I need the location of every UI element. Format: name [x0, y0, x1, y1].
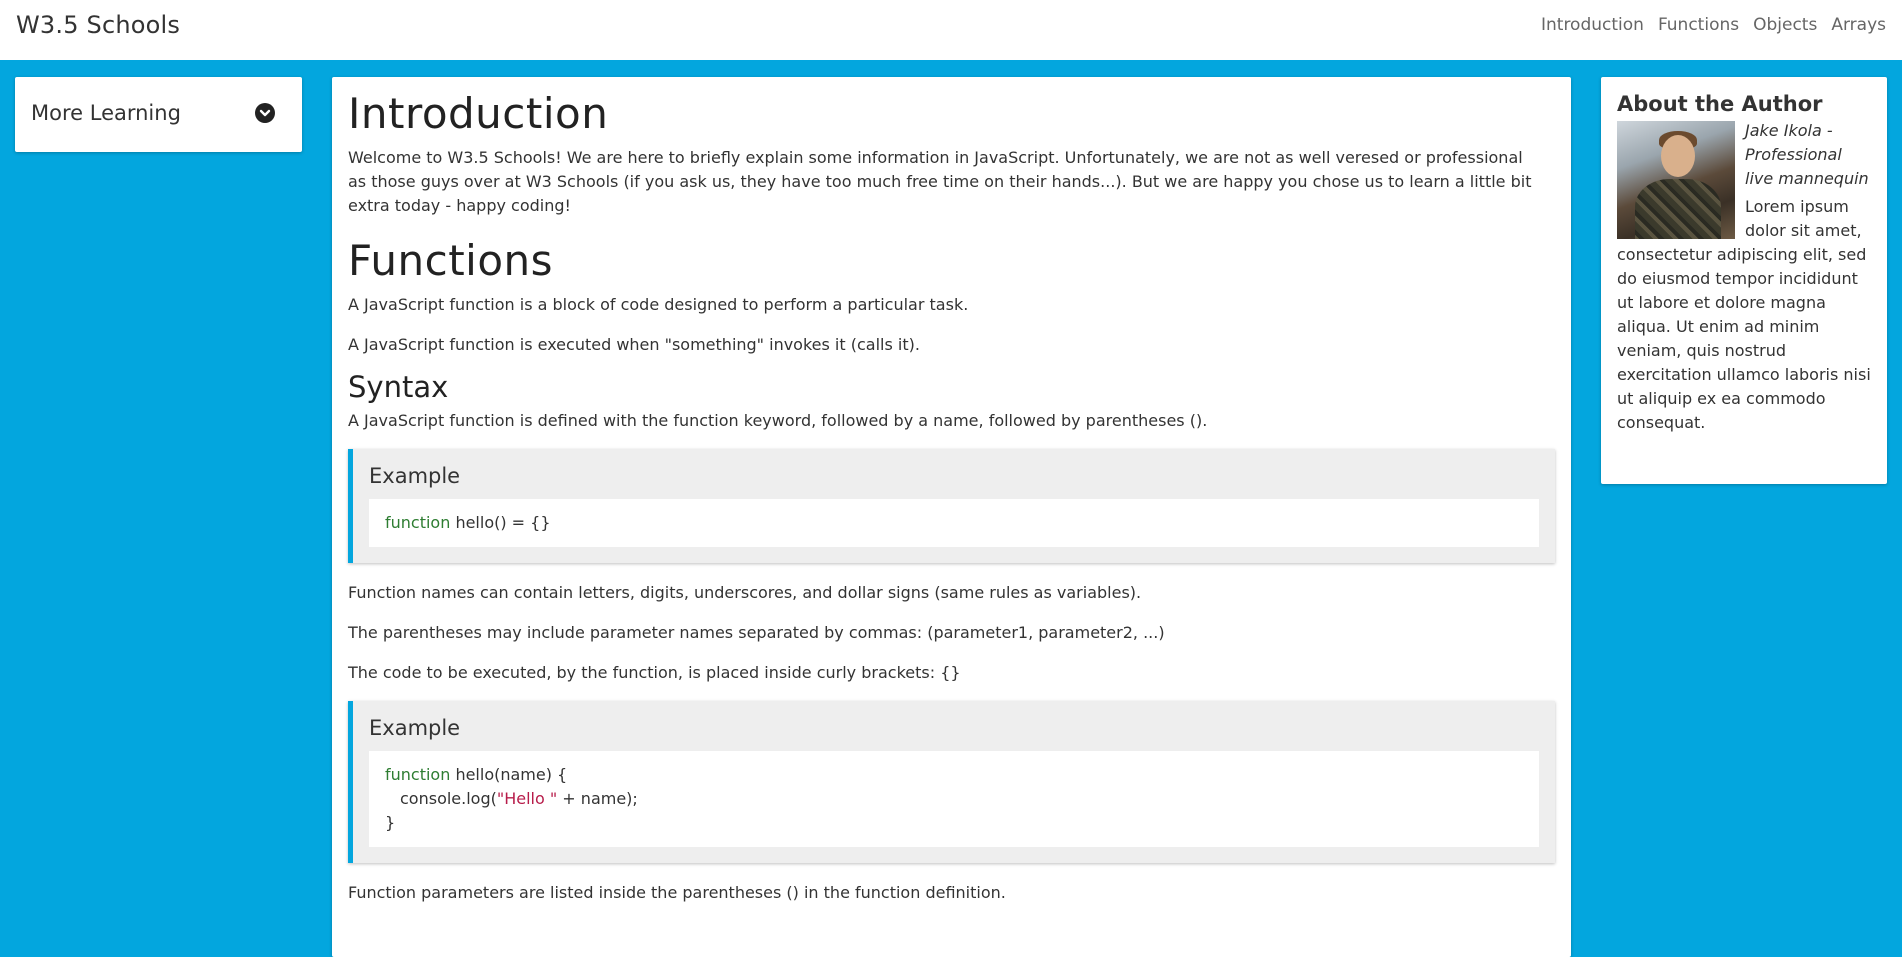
code-text: console.log( [400, 789, 497, 808]
more-learning-dropdown[interactable]: More Learning [15, 77, 302, 152]
code-block: function hello(name) { console.log("Hell… [369, 751, 1539, 847]
site-brand[interactable]: W3.5 Schools [16, 11, 180, 39]
example-title: Example [369, 464, 461, 488]
code-line: } [385, 811, 1523, 835]
heading-syntax: Syntax [348, 370, 449, 404]
about-author-card: About the Author Jake Ikola - Profession… [1601, 77, 1887, 484]
chevron-down-circle-icon[interactable] [255, 103, 275, 123]
function-parameters-paragraph: Function parameters are listed inside th… [348, 883, 1006, 902]
functions-paragraph-2: A JavaScript function is executed when "… [348, 335, 920, 354]
nav-link-arrays[interactable]: Arrays [1831, 15, 1886, 35]
heading-introduction: Introduction [348, 89, 609, 138]
example-box-1: Example function hello() = {} [348, 449, 1555, 563]
code-keyword: function [385, 513, 451, 532]
nav-links: Introduction Functions Objects Arrays [1541, 15, 1886, 35]
functions-paragraph-1: A JavaScript function is a block of code… [348, 295, 969, 314]
nav-link-objects[interactable]: Objects [1753, 15, 1817, 35]
code-text: hello() = {} [450, 513, 551, 532]
code-text: hello(name) { [450, 765, 568, 784]
intro-paragraph: Welcome to W3.5 Schools! We are here to … [348, 148, 1532, 215]
nav-link-introduction[interactable]: Introduction [1541, 15, 1644, 35]
main-content: Introduction Welcome to W3.5 Schools! We… [332, 77, 1571, 957]
code-string: "Hello " [496, 789, 558, 808]
example-title: Example [369, 716, 461, 740]
code-line: console.log("Hello " + name); [385, 787, 1523, 811]
parentheses-paragraph: The parentheses may include parameter na… [348, 623, 1165, 642]
code-block: function hello() = {} [369, 499, 1539, 547]
code-line: function hello(name) { [385, 763, 1523, 787]
author-photo [1617, 121, 1735, 239]
function-names-paragraph: Function names can contain letters, digi… [348, 583, 1142, 602]
author-heading: About the Author [1617, 92, 1823, 116]
example-box-2: Example function hello(name) { console.l… [348, 701, 1555, 863]
heading-functions: Functions [348, 236, 554, 285]
code-keyword: function [385, 765, 451, 784]
syntax-paragraph: A JavaScript function is defined with th… [348, 411, 1208, 430]
top-navbar: W3.5 Schools Introduction Functions Obje… [0, 0, 1902, 60]
curly-brackets-paragraph: The code to be executed, by the function… [348, 663, 961, 682]
more-learning-label: More Learning [31, 101, 181, 125]
nav-link-functions[interactable]: Functions [1658, 15, 1739, 35]
code-text: + name); [557, 789, 638, 808]
code-text: } [385, 813, 396, 832]
